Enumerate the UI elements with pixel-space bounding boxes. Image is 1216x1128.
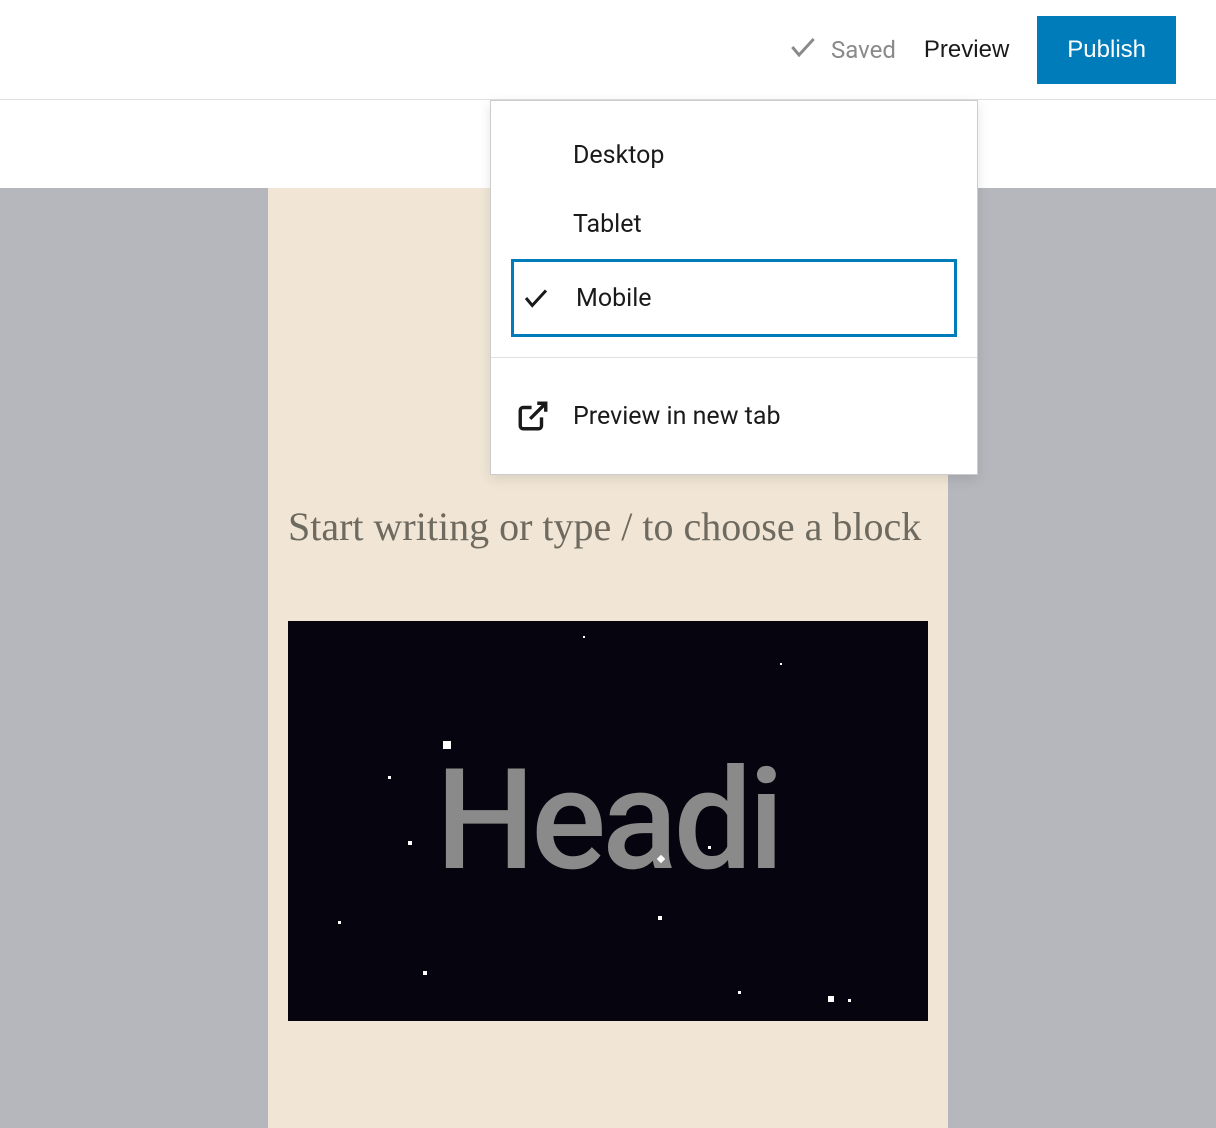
preview-option-tablet[interactable]: Tablet — [491, 190, 977, 259]
preview-new-tab-label: Preview in new tab — [573, 402, 781, 431]
cover-block[interactable]: Headi — [288, 621, 928, 1021]
star-dot — [780, 663, 782, 665]
star-dot — [738, 991, 741, 994]
star-dot — [658, 916, 662, 920]
star-dot — [338, 921, 341, 924]
preview-option-label: Desktop — [573, 141, 664, 170]
check-icon — [518, 280, 554, 316]
publish-button[interactable]: Publish — [1037, 16, 1176, 84]
publish-button-label: Publish — [1067, 36, 1146, 63]
preview-in-new-tab[interactable]: Preview in new tab — [491, 378, 977, 454]
block-placeholder[interactable]: Start writing or type / to choose a bloc… — [268, 493, 948, 561]
star-dot — [408, 841, 412, 845]
star-dot — [388, 776, 391, 779]
star-dot — [583, 636, 585, 638]
preview-option-desktop[interactable]: Desktop — [491, 121, 977, 190]
star-dot — [423, 971, 427, 975]
editor-top-toolbar: Saved Preview Publish — [0, 0, 1216, 100]
saved-indicator: Saved — [787, 31, 896, 69]
saved-label: Saved — [831, 36, 896, 64]
star-dot — [828, 996, 834, 1002]
preview-actions: Preview in new tab — [491, 358, 977, 474]
cover-block-heading[interactable]: Headi — [436, 739, 780, 903]
preview-option-label: Tablet — [573, 210, 642, 239]
check-icon — [787, 31, 819, 69]
preview-button[interactable]: Preview — [924, 36, 1009, 64]
star-dot — [443, 741, 451, 749]
external-link-icon — [515, 398, 551, 434]
preview-dropdown-menu: Desktop Tablet Mobile Preview in ne — [490, 100, 978, 475]
preview-device-options: Desktop Tablet Mobile — [491, 101, 977, 357]
preview-option-label: Mobile — [576, 284, 652, 313]
star-dot — [848, 999, 851, 1002]
preview-option-mobile[interactable]: Mobile — [511, 259, 957, 337]
preview-button-label: Preview — [924, 36, 1009, 63]
star-dot — [708, 846, 711, 849]
